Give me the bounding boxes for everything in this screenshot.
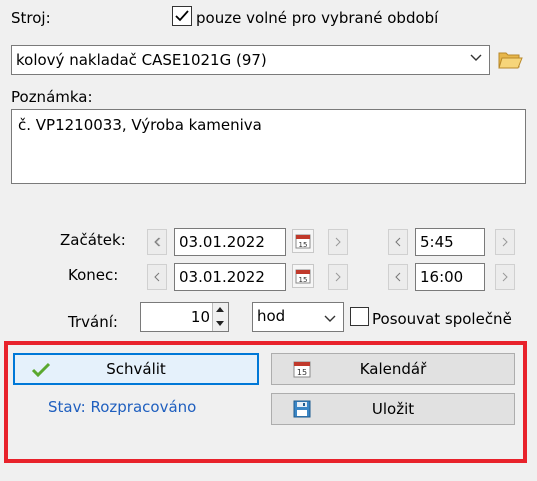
- svg-text:15: 15: [297, 368, 307, 377]
- start-date-input[interactable]: 03.01.2022: [174, 228, 286, 256]
- end-date-input[interactable]: 03.01.2022: [174, 263, 286, 291]
- duration-input[interactable]: 10: [140, 302, 229, 332]
- save-button-label: Uložit: [371, 400, 415, 418]
- free-only-label[interactable]: pouze volné pro vybrané období: [196, 9, 438, 27]
- chevron-down-icon: [324, 315, 336, 322]
- status-text: Stav: Rozpracováno: [48, 398, 197, 416]
- shift-together-checkbox[interactable]: [350, 307, 369, 326]
- caret-up-icon: [216, 307, 224, 312]
- start-date-prev-button[interactable]: [147, 229, 167, 255]
- arrow-left-icon: [154, 272, 160, 282]
- calendar-icon: 15: [295, 234, 311, 249]
- free-only-checkbox[interactable]: [172, 6, 192, 26]
- arrow-right-icon: [335, 237, 341, 247]
- checkmark-icon: [175, 10, 189, 22]
- duration-value: 10: [190, 308, 210, 326]
- calendar-icon: 15: [295, 269, 311, 284]
- end-label: Konec:: [68, 266, 119, 284]
- folder-open-icon: [498, 52, 523, 69]
- shift-together-label[interactable]: Posouvat společně: [372, 310, 512, 328]
- end-time-value: 16:00: [420, 268, 464, 286]
- duration-unit-select[interactable]: hod: [252, 302, 344, 332]
- duration-label: Trvání:: [68, 313, 118, 331]
- end-date-prev-button[interactable]: [147, 264, 167, 290]
- svg-text:15: 15: [299, 241, 308, 249]
- arrow-right-icon: [335, 272, 341, 282]
- duration-up-button[interactable]: [212, 303, 228, 318]
- start-date-next-button[interactable]: [328, 229, 348, 255]
- note-label: Poznámka:: [11, 88, 93, 106]
- caret-down-icon: [216, 321, 224, 326]
- save-button[interactable]: Uložit: [271, 393, 515, 425]
- start-time-next-button[interactable]: [495, 229, 515, 255]
- end-date-calendar-button[interactable]: 15: [292, 264, 314, 288]
- duration-unit-value: hod: [257, 307, 286, 325]
- approve-button[interactable]: Schválit: [13, 353, 259, 385]
- floppy-disk-icon: [293, 400, 311, 418]
- browse-folder-button[interactable]: [495, 45, 525, 75]
- arrow-right-icon: [502, 237, 508, 247]
- note-text: č. VP1210033, Výroba kameniva: [18, 116, 262, 134]
- checkmark-icon: [31, 362, 51, 378]
- arrow-left-icon: [395, 237, 401, 247]
- end-date-value: 03.01.2022: [179, 268, 265, 286]
- machine-label: Stroj:: [11, 9, 51, 27]
- duration-down-button[interactable]: [212, 317, 228, 331]
- chevron-down-icon: [470, 54, 482, 61]
- arrow-right-icon: [502, 272, 508, 282]
- start-label: Začátek:: [60, 231, 126, 249]
- start-date-calendar-button[interactable]: 15: [292, 229, 314, 253]
- calendar-button[interactable]: 15 Kalendář: [271, 353, 515, 385]
- end-date-next-button[interactable]: [328, 264, 348, 290]
- calendar-button-label: Kalendář: [359, 360, 427, 378]
- end-time-input[interactable]: 16:00: [415, 263, 485, 291]
- start-time-prev-button[interactable]: [388, 229, 408, 255]
- note-textarea[interactable]: č. VP1210033, Výroba kameniva: [11, 109, 526, 184]
- approve-button-label: Schválit: [106, 360, 166, 378]
- end-time-next-button[interactable]: [495, 264, 515, 290]
- calendar-icon: 15: [293, 361, 311, 378]
- arrow-left-icon: [154, 237, 161, 247]
- machine-select-value: kolový nakladač CASE1021G (97): [16, 51, 267, 69]
- end-time-prev-button[interactable]: [388, 264, 408, 290]
- arrow-left-icon: [395, 272, 401, 282]
- start-time-input[interactable]: 5:45: [415, 228, 485, 256]
- start-time-value: 5:45: [420, 233, 454, 251]
- machine-select[interactable]: kolový nakladač CASE1021G (97): [11, 45, 490, 75]
- start-date-value: 03.01.2022: [179, 233, 265, 251]
- svg-text:15: 15: [299, 276, 308, 284]
